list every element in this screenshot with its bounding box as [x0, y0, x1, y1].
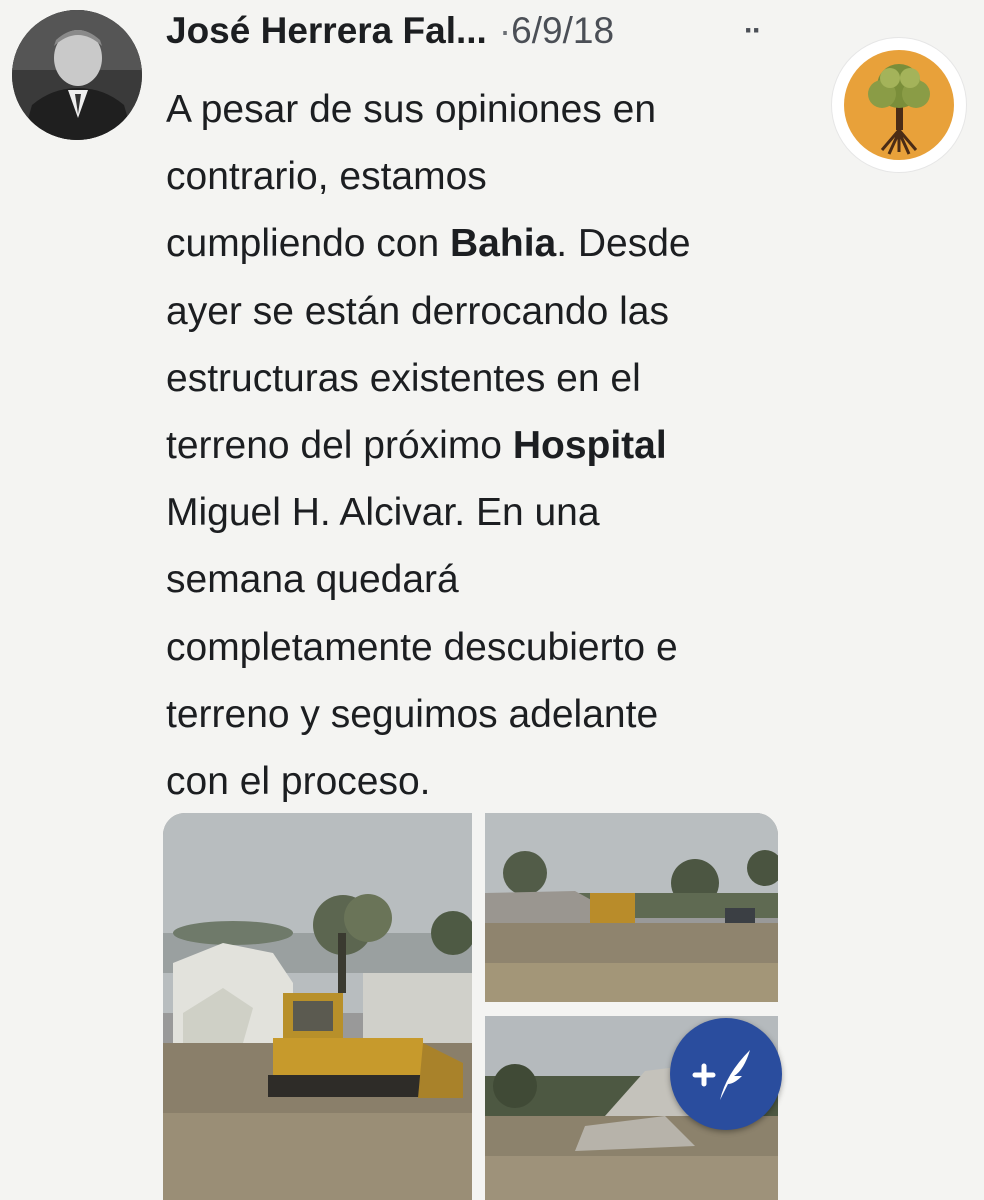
- message-line: semana quedará: [166, 558, 459, 602]
- message-line: contrario, estamos: [166, 155, 487, 199]
- plus-quill-icon: [692, 1050, 750, 1100]
- photo-grid: [163, 813, 778, 1200]
- message-line: A pesar de sus opiniones en: [166, 88, 657, 131]
- post-header: José Herrera Fal... · 6/9/18: [166, 10, 614, 58]
- more-options-icon[interactable]: ··: [744, 14, 762, 48]
- message-line: Miguel H. Alcivar. En una: [166, 491, 600, 535]
- author-avatar[interactable]: [12, 10, 142, 140]
- message-line: completamente descubierto e: [166, 625, 678, 669]
- separator-dot: ·: [498, 10, 512, 51]
- photo-bulldozer-demolition[interactable]: [163, 813, 472, 1200]
- message-line: ayer se están derrocando las: [166, 289, 669, 333]
- new-post-fab[interactable]: [670, 1018, 782, 1130]
- tree-logo-icon: [844, 50, 954, 160]
- author-name[interactable]: José Herrera Fal...: [166, 10, 487, 52]
- post-card: José Herrera Fal... · 6/9/18 ·· A pesar …: [0, 0, 984, 1200]
- message-line: terreno y seguimos adelante: [166, 692, 659, 736]
- post-date[interactable]: 6/9/18: [511, 10, 614, 52]
- message-line: estructuras existentes en el: [166, 356, 641, 400]
- message-line: terreno del próximo Hospital: [166, 424, 667, 468]
- photo-cleared-lot[interactable]: [485, 813, 778, 1002]
- hashtag-bahia[interactable]: Bahia: [450, 222, 556, 265]
- message-line: cumpliendo con Bahia. Desde: [166, 222, 691, 266]
- message-line: con el proceso.: [166, 760, 431, 804]
- page-logo[interactable]: [832, 38, 966, 172]
- hashtag-hospital[interactable]: Hospital: [513, 424, 667, 467]
- post-message: A pesar de sus opiniones en contrario, e…: [166, 76, 806, 815]
